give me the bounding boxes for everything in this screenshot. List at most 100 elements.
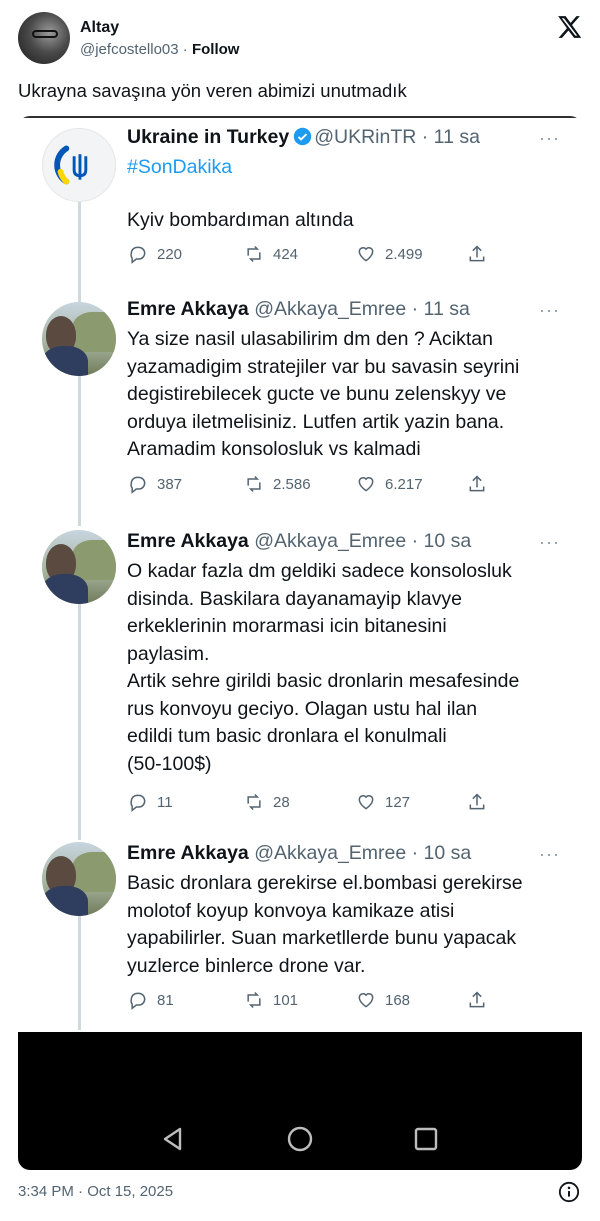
embed-header: Altay @jefcostello03 · Follow [18,12,582,66]
author-handle[interactable]: @jefcostello03 [80,41,179,58]
avatar-background [72,852,116,892]
tweet-text: Basic dronlara gerekirse el.bombasi gere… [127,872,523,977]
reply-icon [130,794,146,812]
retweet-icon [247,475,261,493]
verified-badge-icon [293,127,312,146]
tweet-ukraine-in-turkey: Ukraine in Turkey @UKRinTR · 11 sa ··· #S… [18,116,582,286]
retweet-button[interactable]: 101 [244,990,298,1010]
tweet-author-name[interactable]: Ukraine in Turkey [127,126,289,148]
retweet-button[interactable]: 2.586 [244,474,311,494]
tweet-author-name[interactable]: Emre Akkaya [127,298,249,320]
handle-separator: · [182,41,188,58]
recents-square-icon[interactable] [412,1125,440,1153]
reply-button[interactable]: 81 [128,990,174,1010]
share-button[interactable] [467,792,496,812]
tweet-author-name[interactable]: Emre Akkaya [127,530,249,552]
share-icon [469,245,485,262]
avatar-background [72,312,116,352]
tweet-header: Emre Akkaya @Akkaya_Emree · 10 sa [127,842,471,865]
tweet-header: Emre Akkaya @Akkaya_Emree · 11 sa [127,298,470,321]
reply-count: 81 [157,991,174,1009]
tweet-actions: 11 28 127 [128,792,488,816]
share-button[interactable] [467,990,496,1010]
emre-akkaya-avatar[interactable] [42,842,116,916]
reply-count: 11 [157,793,173,811]
like-button[interactable]: 2.499 [356,244,423,264]
retweet-button[interactable]: 424 [244,244,298,264]
share-icon [469,991,485,1008]
like-button[interactable]: 168 [356,990,410,1010]
avatar-background [72,540,116,580]
tweet-text: Kyiv bombardıman altında [127,209,354,231]
retweet-count: 2.586 [273,475,311,493]
ukraine-trident-logo-icon [54,145,88,185]
heart-icon [358,247,374,262]
retweet-icon [247,793,261,811]
retweet-count: 28 [273,793,290,811]
retweet-button[interactable]: 28 [244,792,290,812]
reply-button[interactable]: 220 [128,244,182,264]
like-button[interactable]: 127 [356,792,410,812]
follow-button[interactable]: Follow [192,41,240,58]
tweet-header: Ukraine in Turkey @UKRinTR · 11 sa [127,126,480,149]
home-circle-icon[interactable] [286,1125,314,1153]
retweet-icon [247,991,261,1009]
like-count: 127 [385,793,411,811]
like-count: 2.499 [385,245,423,263]
embedded-screenshot: Ukraine in Turkey @UKRinTR · 11 sa ··· #S… [18,116,582,1170]
share-button[interactable] [467,244,496,264]
tweet-header: Emre Akkaya @Akkaya_Emree · 10 sa [127,530,471,553]
tweet-handle-time[interactable]: @Akkaya_Emree · 10 sa [254,530,471,552]
tweet-text: O kadar fazla dm geldiki sadece konsolos… [127,560,520,775]
x-logo-icon[interactable] [556,14,582,40]
android-navigation-bar [18,1032,582,1170]
tweet-handle-time[interactable]: @UKRinTR · 11 sa [314,126,480,148]
tweet-handle-time[interactable]: @Akkaya_Emree · 10 sa [254,842,471,864]
tweet-emre-2: Emre Akkaya @Akkaya_Emree · 10 sa ··· O … [18,520,582,820]
emre-akkaya-avatar[interactable] [42,302,116,376]
author-handle-row: @jefcostello03 · Follow [80,41,239,58]
more-options-icon[interactable]: ··· [539,532,560,553]
tweet-actions: 220 424 2.499 [128,244,488,268]
avatar-body [42,886,88,916]
share-button[interactable] [467,474,496,494]
more-options-icon[interactable]: ··· [539,844,560,865]
reply-count: 387 [157,475,183,493]
back-triangle-icon[interactable] [159,1125,187,1153]
author-name[interactable]: Altay [80,19,119,37]
share-icon [469,475,485,492]
tweet-actions: 387 2.586 6.217 [128,474,488,498]
like-count: 6.217 [385,475,423,493]
reply-button[interactable]: 11 [128,792,173,812]
retweet-icon [247,245,261,263]
tweet-text: Ya size nasil ulasabilirim dm den ? Acik… [127,328,520,460]
info-icon[interactable] [558,1181,580,1203]
tweet-author-name[interactable]: Emre Akkaya [127,842,249,864]
hashtag-link[interactable]: #SonDakika [127,156,232,179]
tweet-emre-3: Emre Akkaya @Akkaya_Emree · 10 sa ··· Ba… [18,834,582,1024]
tweet-actions: 81 101 168 [128,990,488,1014]
avatar-body [42,574,88,604]
like-count: 168 [385,991,411,1009]
reply-icon [130,476,146,494]
embed-footer: 3:34 PM · Oct 15, 2025 [18,1181,582,1203]
emre-akkaya-avatar[interactable] [42,530,116,604]
post-text: Ukrayna savaşına yön veren abimizi unutm… [18,80,407,101]
avatar-glasses-detail [32,30,58,38]
more-options-icon[interactable]: ··· [539,300,560,321]
reply-count: 220 [157,245,183,263]
tweet-emre-1: Emre Akkaya @Akkaya_Emree · 11 sa ··· Ya… [18,292,582,512]
more-options-icon[interactable]: ··· [539,128,560,149]
reply-button[interactable]: 387 [128,474,182,494]
ukraine-embassy-avatar[interactable] [42,128,116,202]
share-icon [469,793,485,810]
post-timestamp[interactable]: 3:34 PM · Oct 15, 2025 [18,1183,173,1200]
tweet-handle-time[interactable]: @Akkaya_Emree · 11 sa [254,298,470,320]
author-avatar[interactable] [18,12,70,64]
retweet-count: 101 [273,991,299,1009]
heart-icon [358,795,374,810]
like-button[interactable]: 6.217 [356,474,423,494]
retweet-count: 424 [273,245,299,263]
reply-icon [130,992,146,1010]
heart-icon [358,477,374,492]
